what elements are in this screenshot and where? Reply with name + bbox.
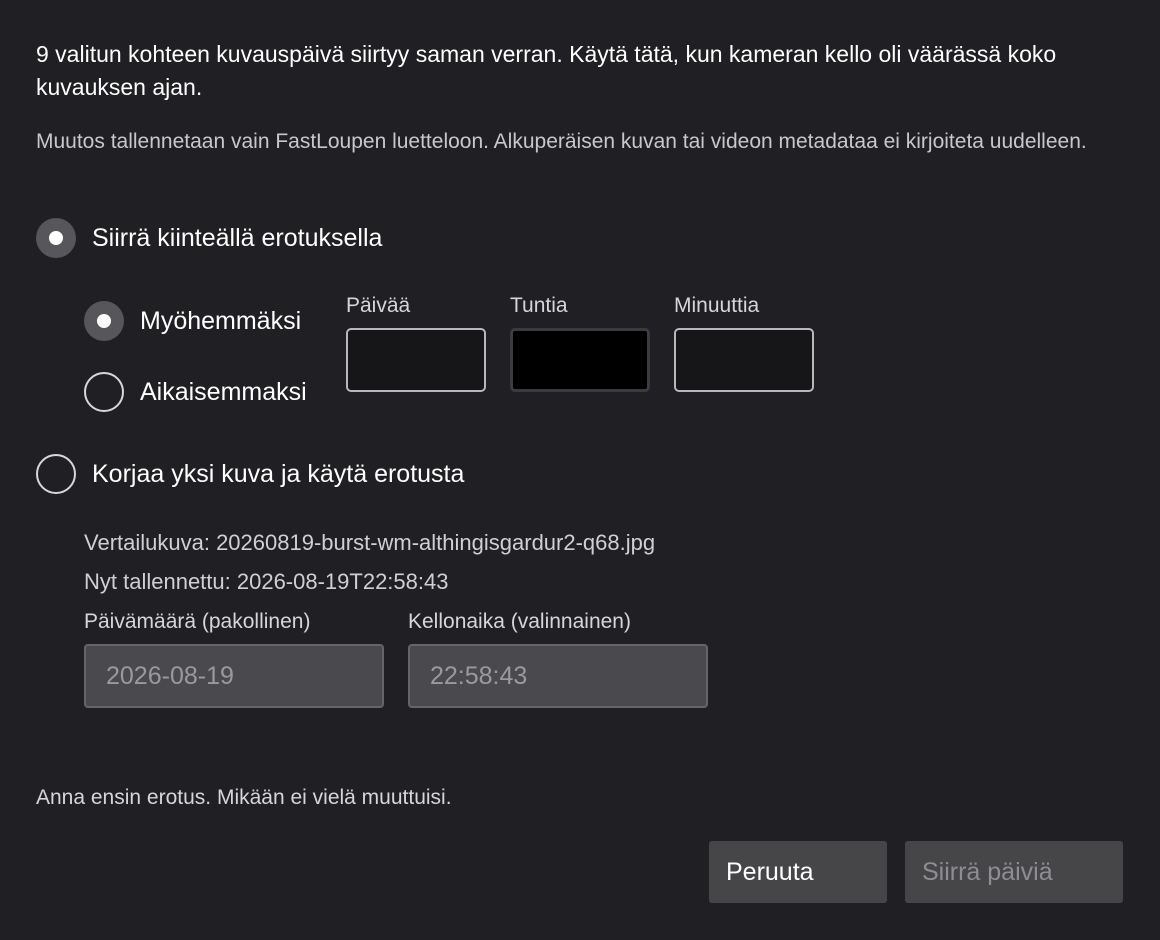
mode-reference-option[interactable]: Korjaa yksi kuva ja käytä erotusta — [36, 454, 536, 496]
direction-later-option[interactable]: Myöhemmäksi — [84, 301, 334, 341]
days-label: Päivää — [346, 294, 411, 317]
mode-reference-radio[interactable] — [36, 454, 76, 494]
apply-shift-button[interactable]: Siirrä päiviä — [905, 841, 1123, 903]
direction-later-radio[interactable] — [84, 301, 124, 341]
direction-later-label: Myöhemmäksi — [140, 307, 302, 335]
minutes-input[interactable] — [674, 328, 814, 392]
dialog-intro-text: 9 valitun kohteen kuvauspäivä siirtyy sa… — [36, 41, 1057, 100]
dialog-note-text: Muutos tallennetaan vain FastLoupen luet… — [36, 130, 1087, 153]
reference-date-label: Päivämäärä (pakollinen) — [84, 610, 311, 633]
direction-earlier-label: Aikaisemmaksi — [140, 378, 307, 406]
cancel-button[interactable]: Peruuta — [709, 841, 887, 903]
direction-earlier-option[interactable]: Aikaisemmaksi — [84, 372, 334, 412]
status-message: Anna ensin erotus. Mikään ei vielä muutt… — [36, 786, 452, 809]
direction-earlier-radio[interactable] — [84, 372, 124, 412]
mode-fixed-offset-option[interactable]: Siirrä kiinteällä erotuksella — [36, 218, 456, 260]
days-input[interactable] — [346, 328, 486, 392]
hours-label: Tuntia — [510, 294, 568, 317]
reference-file-text: Vertailukuva: 20260819-burst-wm-althingi… — [84, 530, 656, 555]
reference-saved-text: Nyt tallennettu: 2026-08-19T22:58:43 — [84, 569, 449, 594]
hours-input[interactable] — [510, 328, 650, 392]
reference-date-input[interactable]: 2026-08-19 — [84, 644, 384, 708]
mode-fixed-offset-radio[interactable] — [36, 218, 76, 258]
mode-fixed-offset-label: Siirrä kiinteällä erotuksella — [92, 224, 383, 252]
mode-reference-label: Korjaa yksi kuva ja käytä erotusta — [92, 460, 465, 488]
reference-time-label: Kellonaika (valinnainen) — [408, 610, 631, 633]
minutes-label: Minuuttia — [674, 294, 760, 317]
reference-time-input[interactable]: 22:58:43 — [408, 644, 708, 708]
